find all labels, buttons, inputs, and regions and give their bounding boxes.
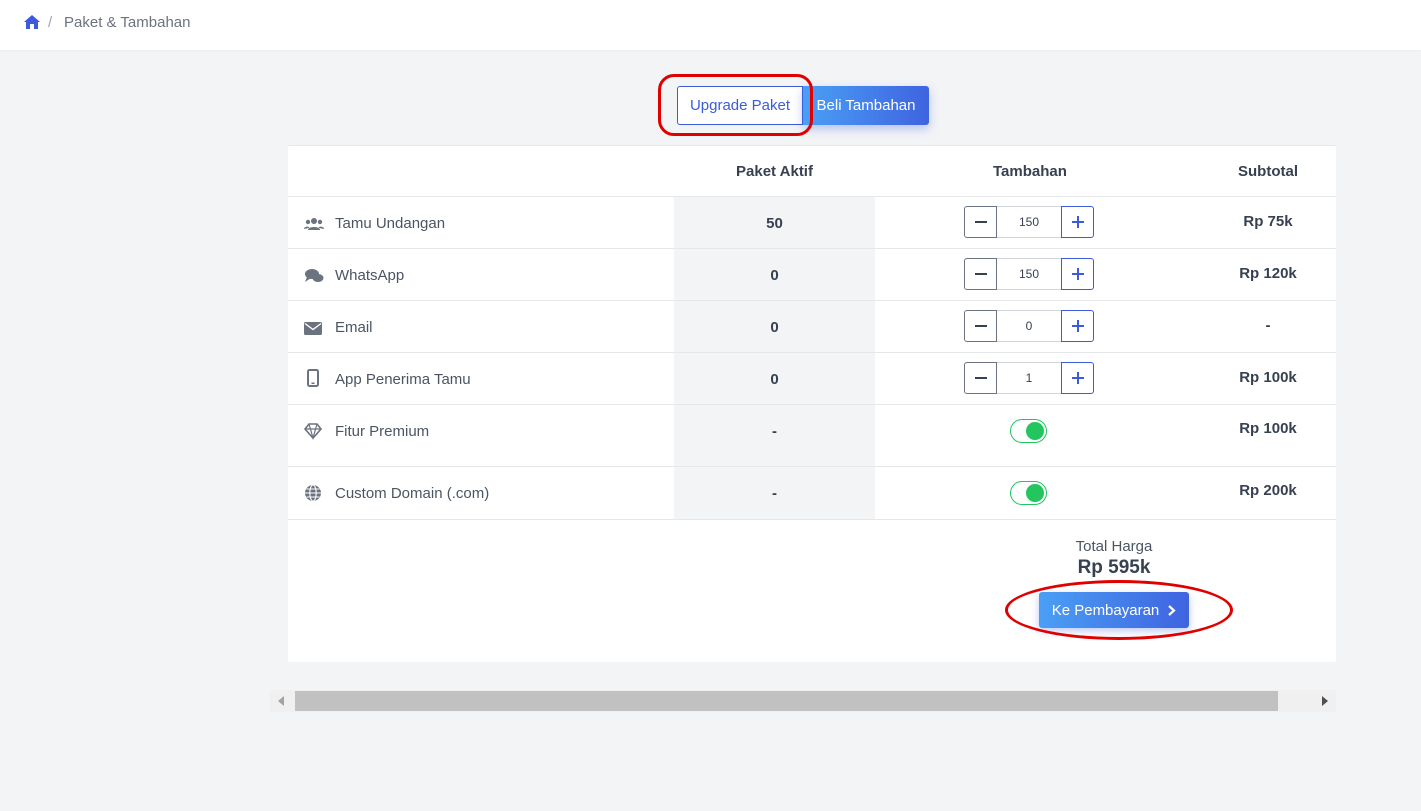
decrement-button[interactable] <box>964 310 997 342</box>
row-subtotal: Rp 100k <box>1239 420 1297 437</box>
scrollbar-thumb[interactable] <box>295 691 1278 711</box>
quantity-stepper <box>964 258 1094 290</box>
tab-beli-tambahan[interactable]: Beli Tambahan <box>803 86 929 125</box>
envelope-icon <box>304 322 322 335</box>
row-active-value: - <box>772 485 777 502</box>
header-subtotal: Subtotal <box>1238 163 1298 180</box>
chevron-right-icon <box>1168 604 1176 616</box>
addon-table-card: Paket Aktif Tambahan Subtotal Tamu Undan… <box>288 145 1336 662</box>
row-label: Tamu Undangan <box>335 215 446 232</box>
tab-upgrade-paket[interactable]: Upgrade Paket <box>677 86 803 125</box>
increment-button[interactable] <box>1061 310 1094 342</box>
table-row: App Penerima Tamu 0 Rp 100k <box>288 353 1336 405</box>
tab-group: Upgrade Paket Beli Tambahan <box>677 86 929 125</box>
scroll-left-icon[interactable] <box>278 696 284 706</box>
toggle-custom-domain[interactable] <box>1010 481 1047 505</box>
row-subtotal: - <box>1265 317 1271 334</box>
total-label: Total Harga <box>1075 538 1153 555</box>
table-row: Fitur Premium - Rp 100k <box>288 405 1336 467</box>
quantity-input[interactable] <box>997 310 1061 342</box>
table-row: Custom Domain (.com) - Rp 200k <box>288 467 1336 520</box>
pay-button-label: Ke Pembayaran <box>1051 601 1160 619</box>
quantity-stepper <box>964 362 1094 394</box>
horizontal-scrollbar[interactable] <box>270 690 1336 712</box>
breadcrumb-current: Paket & Tambahan <box>64 14 191 31</box>
breadcrumb-separator: / <box>48 14 53 31</box>
total-value: Rp 595k <box>1077 557 1151 578</box>
minus-icon <box>974 273 987 275</box>
row-active-value: - <box>772 423 777 440</box>
minus-icon <box>974 377 987 379</box>
scroll-right-icon[interactable] <box>1322 696 1328 706</box>
decrement-button[interactable] <box>964 258 997 290</box>
minus-icon <box>974 221 987 223</box>
row-label: Custom Domain (.com) <box>335 485 490 502</box>
row-subtotal: Rp 75k <box>1243 213 1293 230</box>
home-icon[interactable] <box>23 14 41 30</box>
users-icon <box>304 218 324 230</box>
table-row: Tamu Undangan 50 Rp 75k <box>288 197 1336 249</box>
toggle-fitur-premium[interactable] <box>1010 419 1047 443</box>
quantity-input[interactable] <box>997 258 1061 290</box>
top-bar: / Paket & Tambahan <box>0 0 1421 50</box>
table-header: Paket Aktif Tambahan Subtotal <box>288 145 1336 197</box>
diamond-icon <box>304 423 322 440</box>
quantity-stepper <box>964 310 1094 342</box>
increment-button[interactable] <box>1061 206 1094 238</box>
row-subtotal: Rp 100k <box>1239 369 1297 386</box>
row-label: Fitur Premium <box>335 423 430 440</box>
increment-button[interactable] <box>1061 258 1094 290</box>
row-active-value: 0 <box>770 319 779 336</box>
table-row: WhatsApp 0 Rp 120k <box>288 249 1336 301</box>
decrement-button[interactable] <box>964 206 997 238</box>
increment-button[interactable] <box>1061 362 1094 394</box>
row-subtotal: Rp 200k <box>1239 482 1297 499</box>
quantity-stepper <box>964 206 1094 238</box>
row-active-value: 50 <box>766 215 783 232</box>
row-label: WhatsApp <box>335 267 405 284</box>
row-active-value: 0 <box>770 267 779 284</box>
globe-icon <box>305 484 321 502</box>
minus-icon <box>974 325 987 327</box>
quantity-input[interactable] <box>997 206 1061 238</box>
table-row: Email 0 - <box>288 301 1336 353</box>
header-paket-aktif: Paket Aktif <box>736 163 813 180</box>
quantity-input[interactable] <box>997 362 1061 394</box>
decrement-button[interactable] <box>964 362 997 394</box>
mobile-icon <box>307 369 319 387</box>
header-tambahan: Tambahan <box>993 163 1067 180</box>
row-label: App Penerima Tamu <box>335 371 471 388</box>
chat-icon <box>305 269 324 282</box>
row-subtotal: Rp 120k <box>1239 265 1297 282</box>
row-label: Email <box>335 319 373 336</box>
row-active-value: 0 <box>770 371 779 388</box>
pay-button[interactable]: Ke Pembayaran <box>1039 592 1189 628</box>
